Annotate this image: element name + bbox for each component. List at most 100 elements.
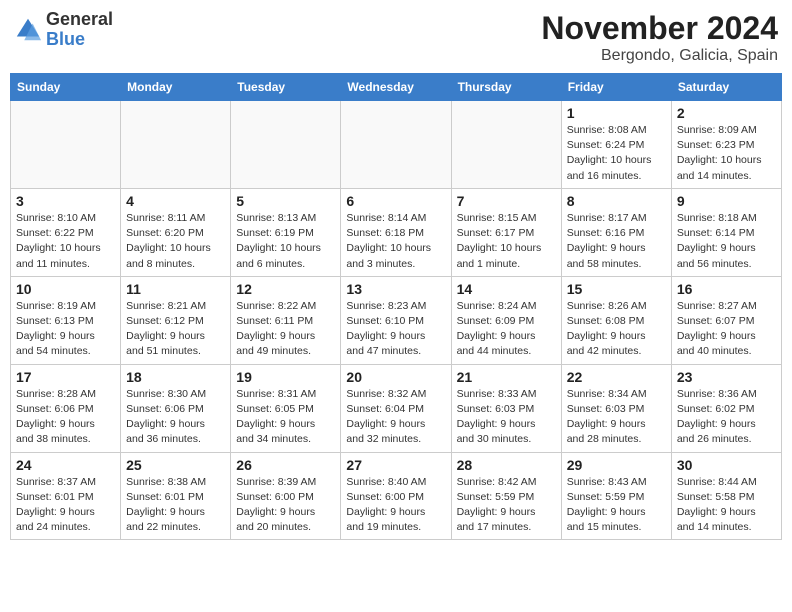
- day-info: Sunrise: 8:42 AMSunset: 5:59 PMDaylight:…: [457, 475, 556, 536]
- day-info: Sunrise: 8:17 AMSunset: 6:16 PMDaylight:…: [567, 211, 666, 272]
- calendar-cell: 3 Sunrise: 8:10 AMSunset: 6:22 PMDaylight…: [11, 188, 121, 276]
- day-info: Sunrise: 8:32 AMSunset: 6:04 PMDaylight:…: [346, 387, 445, 448]
- day-info: Sunrise: 8:28 AMSunset: 6:06 PMDaylight:…: [16, 387, 115, 448]
- day-info: Sunrise: 8:14 AMSunset: 6:18 PMDaylight:…: [346, 211, 445, 272]
- day-info: Sunrise: 8:33 AMSunset: 6:03 PMDaylight:…: [457, 387, 556, 448]
- day-info: Sunrise: 8:36 AMSunset: 6:02 PMDaylight:…: [677, 387, 776, 448]
- day-number: 5: [236, 193, 335, 209]
- day-number: 25: [126, 457, 225, 473]
- calendar-week-3: 17 Sunrise: 8:28 AMSunset: 6:06 PMDayligh…: [11, 364, 782, 452]
- calendar-week-1: 3 Sunrise: 8:10 AMSunset: 6:22 PMDaylight…: [11, 188, 782, 276]
- location: Bergondo, Galicia, Spain: [541, 47, 778, 65]
- calendar: Sunday Monday Tuesday Wednesday Thursday…: [10, 73, 782, 540]
- logo: General Blue: [14, 10, 113, 50]
- day-info: Sunrise: 8:10 AMSunset: 6:22 PMDaylight:…: [16, 211, 115, 272]
- day-info: Sunrise: 8:34 AMSunset: 6:03 PMDaylight:…: [567, 387, 666, 448]
- calendar-cell: 13Sunrise: 8:23 AMSunset: 6:10 PMDayligh…: [341, 276, 451, 364]
- day-number: 6: [346, 193, 445, 209]
- day-number: 13: [346, 281, 445, 297]
- col-saturday: Saturday: [671, 74, 781, 101]
- day-number: 29: [567, 457, 666, 473]
- calendar-cell: 15 Sunrise: 8:26 AMSunset: 6:08 PMDayligh…: [561, 276, 671, 364]
- calendar-cell: [231, 101, 341, 189]
- day-number: 30: [677, 457, 776, 473]
- day-info: Sunrise: 8:27 AMSunset: 6:07 PMDaylight:…: [677, 299, 776, 360]
- calendar-cell: 5Sunrise: 8:13 AMSunset: 6:19 PMDaylight…: [231, 188, 341, 276]
- calendar-cell: 22Sunrise: 8:34 AMSunset: 6:03 PMDayligh…: [561, 364, 671, 452]
- day-number: 11: [126, 281, 225, 297]
- calendar-week-4: 24 Sunrise: 8:37 AMSunset: 6:01 PMDayligh…: [11, 452, 782, 540]
- day-info: Sunrise: 8:43 AMSunset: 5:59 PMDaylight:…: [567, 475, 666, 536]
- day-info: Sunrise: 8:31 AMSunset: 6:05 PMDaylight:…: [236, 387, 335, 448]
- day-number: 26: [236, 457, 335, 473]
- day-number: 10: [16, 281, 115, 297]
- day-number: 17: [16, 369, 115, 385]
- calendar-cell: [451, 101, 561, 189]
- logo-icon: [14, 16, 42, 44]
- col-monday: Monday: [121, 74, 231, 101]
- day-info: Sunrise: 8:38 AMSunset: 6:01 PMDaylight:…: [126, 475, 225, 536]
- day-info: Sunrise: 8:24 AMSunset: 6:09 PMDaylight:…: [457, 299, 556, 360]
- day-number: 1: [567, 105, 666, 121]
- title-area: November 2024 Bergondo, Galicia, Spain: [541, 10, 778, 65]
- day-number: 8: [567, 193, 666, 209]
- day-number: 3: [16, 193, 115, 209]
- calendar-cell: 2 Sunrise: 8:09 AMSunset: 6:23 PMDaylight…: [671, 101, 781, 189]
- calendar-cell: 1 Sunrise: 8:08 AMSunset: 6:24 PMDaylight…: [561, 101, 671, 189]
- day-number: 7: [457, 193, 556, 209]
- day-info: Sunrise: 8:37 AMSunset: 6:01 PMDaylight:…: [16, 475, 115, 536]
- day-number: 27: [346, 457, 445, 473]
- day-info: Sunrise: 8:18 AMSunset: 6:14 PMDaylight:…: [677, 211, 776, 272]
- day-info: Sunrise: 8:11 AMSunset: 6:20 PMDaylight:…: [126, 211, 225, 272]
- calendar-cell: [11, 101, 121, 189]
- calendar-cell: 24 Sunrise: 8:37 AMSunset: 6:01 PMDayligh…: [11, 452, 121, 540]
- day-info: Sunrise: 8:40 AMSunset: 6:00 PMDaylight:…: [346, 475, 445, 536]
- day-number: 9: [677, 193, 776, 209]
- month-title: November 2024: [541, 10, 778, 47]
- calendar-cell: 7Sunrise: 8:15 AMSunset: 6:17 PMDaylight…: [451, 188, 561, 276]
- day-number: 28: [457, 457, 556, 473]
- day-number: 2: [677, 105, 776, 121]
- col-sunday: Sunday: [11, 74, 121, 101]
- calendar-cell: 10 Sunrise: 8:19 AMSunset: 6:13 PMDayligh…: [11, 276, 121, 364]
- day-number: 16: [677, 281, 776, 297]
- logo-general-text: General: [46, 9, 113, 29]
- day-info: Sunrise: 8:30 AMSunset: 6:06 PMDaylight:…: [126, 387, 225, 448]
- day-number: 18: [126, 369, 225, 385]
- calendar-cell: 11Sunrise: 8:21 AMSunset: 6:12 PMDayligh…: [121, 276, 231, 364]
- logo-blue-text: Blue: [46, 29, 85, 49]
- day-info: Sunrise: 8:22 AMSunset: 6:11 PMDaylight:…: [236, 299, 335, 360]
- calendar-cell: 12 Sunrise: 8:22 AMSunset: 6:11 PMDayligh…: [231, 276, 341, 364]
- col-tuesday: Tuesday: [231, 74, 341, 101]
- day-number: 14: [457, 281, 556, 297]
- calendar-cell: 16 Sunrise: 8:27 AMSunset: 6:07 PMDayligh…: [671, 276, 781, 364]
- calendar-cell: 18 Sunrise: 8:30 AMSunset: 6:06 PMDayligh…: [121, 364, 231, 452]
- day-info: Sunrise: 8:39 AMSunset: 6:00 PMDaylight:…: [236, 475, 335, 536]
- col-thursday: Thursday: [451, 74, 561, 101]
- day-info: Sunrise: 8:44 AMSunset: 5:58 PMDaylight:…: [677, 475, 776, 536]
- day-info: Sunrise: 8:26 AMSunset: 6:08 PMDaylight:…: [567, 299, 666, 360]
- calendar-cell: 4 Sunrise: 8:11 AMSunset: 6:20 PMDaylight…: [121, 188, 231, 276]
- calendar-cell: 8 Sunrise: 8:17 AMSunset: 6:16 PMDaylight…: [561, 188, 671, 276]
- day-info: Sunrise: 8:09 AMSunset: 6:23 PMDaylight:…: [677, 123, 776, 184]
- day-number: 15: [567, 281, 666, 297]
- calendar-cell: 23Sunrise: 8:36 AMSunset: 6:02 PMDayligh…: [671, 364, 781, 452]
- calendar-week-2: 10 Sunrise: 8:19 AMSunset: 6:13 PMDayligh…: [11, 276, 782, 364]
- calendar-cell: 25 Sunrise: 8:38 AMSunset: 6:01 PMDayligh…: [121, 452, 231, 540]
- calendar-cell: [341, 101, 451, 189]
- day-number: 21: [457, 369, 556, 385]
- day-number: 12: [236, 281, 335, 297]
- calendar-cell: 30 Sunrise: 8:44 AMSunset: 5:58 PMDayligh…: [671, 452, 781, 540]
- col-wednesday: Wednesday: [341, 74, 451, 101]
- calendar-cell: 19 Sunrise: 8:31 AMSunset: 6:05 PMDayligh…: [231, 364, 341, 452]
- calendar-cell: 26 Sunrise: 8:39 AMSunset: 6:00 PMDayligh…: [231, 452, 341, 540]
- day-number: 19: [236, 369, 335, 385]
- day-info: Sunrise: 8:08 AMSunset: 6:24 PMDaylight:…: [567, 123, 666, 184]
- calendar-cell: 9 Sunrise: 8:18 AMSunset: 6:14 PMDaylight…: [671, 188, 781, 276]
- day-info: Sunrise: 8:19 AMSunset: 6:13 PMDaylight:…: [16, 299, 115, 360]
- day-number: 24: [16, 457, 115, 473]
- calendar-cell: 6 Sunrise: 8:14 AMSunset: 6:18 PMDaylight…: [341, 188, 451, 276]
- day-number: 20: [346, 369, 445, 385]
- day-number: 4: [126, 193, 225, 209]
- calendar-cell: 28 Sunrise: 8:42 AMSunset: 5:59 PMDayligh…: [451, 452, 561, 540]
